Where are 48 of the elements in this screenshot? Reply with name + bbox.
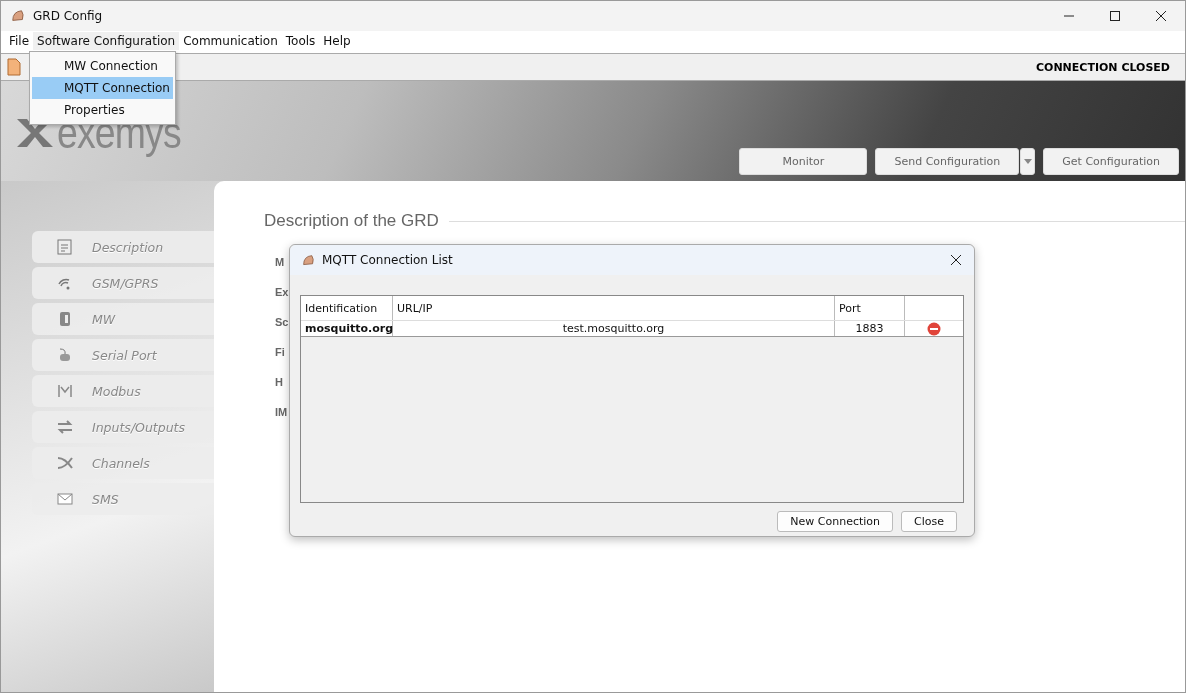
menu-item[interactable]: File [5,32,34,50]
field-label: Sc [275,315,289,330]
window-title: GRD Config [33,9,103,23]
maximize-icon[interactable] [1109,10,1121,22]
sidebar-item[interactable]: GSM/GPRS [32,267,214,299]
connection-status: CONNECTION CLOSED [1036,60,1170,74]
arrows-icon [56,418,74,436]
field-label: Fi [275,345,285,360]
sidebar-item[interactable]: MW [32,303,214,335]
new-file-icon[interactable] [7,58,21,76]
sidebar-item[interactable]: Description [32,231,214,263]
action-button[interactable]: Get Configuration [1043,148,1179,175]
column-header: Port [835,296,905,320]
send-button[interactable]: Send Configuration [875,148,1020,175]
cross-icon [56,454,74,472]
section-title: Description of the GRD [264,211,439,231]
field-label: M [275,255,285,270]
dialog-title: MQTT Connection List [322,253,453,267]
sidebar-item[interactable]: Channels [32,447,214,479]
envelope-icon [56,490,74,508]
sidebar-item[interactable]: Modbus [32,375,214,407]
table-cell: 1883 [835,321,905,336]
shell-icon [11,9,25,23]
menu-item[interactable]: MQTT Connection [32,77,173,99]
field-label: H [275,375,283,390]
dialog-button[interactable]: Close [901,511,957,532]
menu-item[interactable]: Communication [179,32,282,50]
menu-item[interactable]: Software Configuration [33,32,180,50]
field-label: Ex [275,285,289,300]
modbus-icon [56,382,74,400]
menu-item[interactable]: Tools [281,32,320,50]
dropdown-button[interactable] [1020,148,1036,175]
table-cell: mosquitto.org [301,321,393,336]
menu-item[interactable]: Help [319,32,355,50]
column-header: Identification [301,296,393,320]
close-icon[interactable] [950,254,962,266]
field-label: IM [275,405,288,420]
sidebar-item[interactable]: Serial Port [32,339,214,371]
shell-icon [302,253,315,267]
delete-icon[interactable] [927,321,941,336]
notepad-icon [56,238,74,256]
dialog-button[interactable]: New Connection [777,511,894,532]
menu-item[interactable]: MW Connection [32,55,173,77]
caret-icon [1023,159,1032,164]
close-icon[interactable] [1155,10,1167,22]
table-cell: test.mosquitto.org [393,321,835,336]
column-header: URL/IP [393,296,835,320]
action-button[interactable]: Monitor [739,148,868,175]
